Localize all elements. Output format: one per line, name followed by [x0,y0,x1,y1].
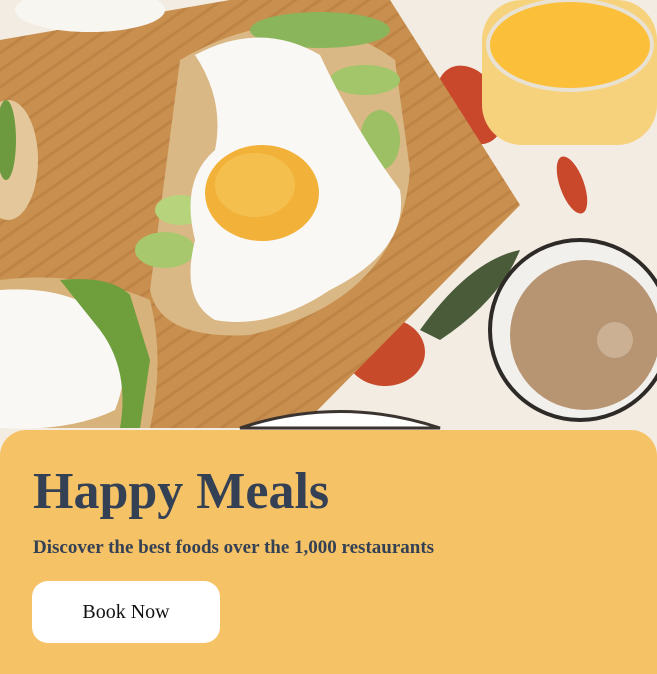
hero-subtitle: Discover the best foods over the 1,000 r… [33,537,435,558]
hero-card: Happy Meals Discover the best foods over… [0,430,657,674]
page-title: Happy Meals [33,463,330,520]
book-now-button[interactable]: Book Now [32,581,220,643]
